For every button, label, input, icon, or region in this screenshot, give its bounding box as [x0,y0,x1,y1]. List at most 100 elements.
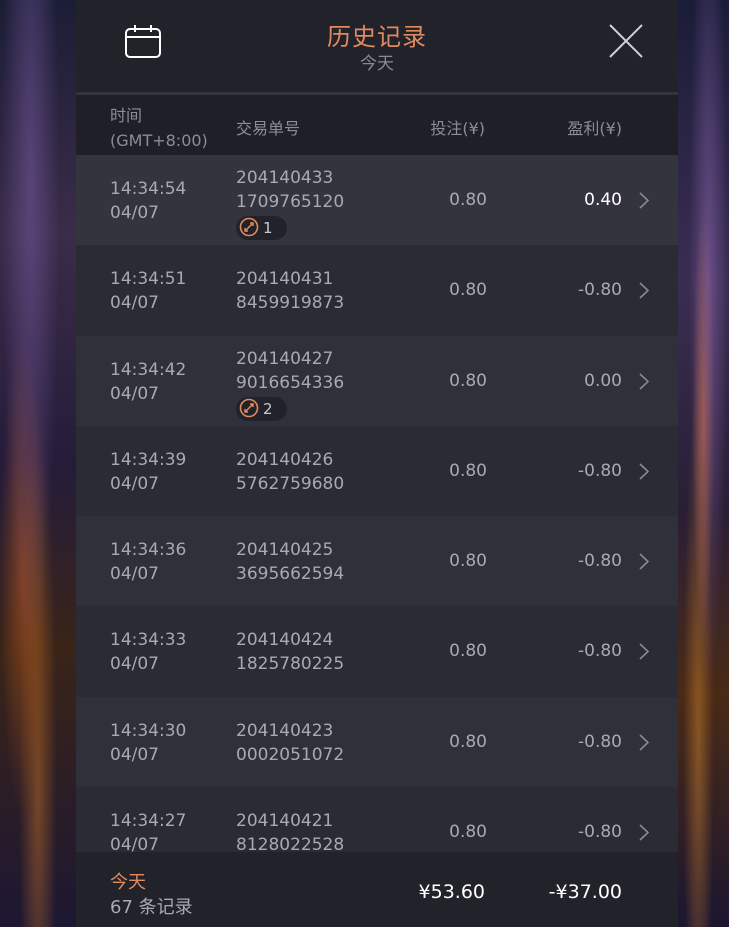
column-header-time-label: 时间 [110,106,143,125]
order-id-part1: 204140424 [236,630,334,651]
chevron-right-icon [639,734,649,751]
free-spin-badge: 2 [236,396,287,421]
order-id-part2: 5762759680 [236,473,345,494]
record-count: 67 条记录 [110,897,193,918]
column-header-timezone: (GMT+8:00) [110,131,208,150]
row-time: 14:34:54 [110,179,187,199]
chevron-right-icon [639,824,649,841]
row-datetime: 14:34:51 04/07 [110,267,186,315]
row-time: 14:34:30 [110,720,187,741]
row-bet: 0.80 [449,551,487,572]
row-bet: 0.80 [449,190,487,210]
order-id-part2: 0002051072 [236,744,345,765]
row-datetime: 14:34:54 04/07 [110,177,186,225]
badge-count: 2 [263,399,273,418]
chevron-right-icon [639,553,649,570]
row-profit: -0.80 [578,551,622,572]
row-datetime: 14:34:36 04/07 [110,538,186,586]
column-header-time: 时间 (GMT+8:00) [110,103,208,153]
row-order-id: 204140426 5762759680 [236,448,344,496]
chevron-right-icon [639,643,649,661]
row-datetime: 14:34:30 04/07 [110,719,186,767]
row-date: 04/07 [110,473,159,494]
total-profit: -¥37.00 [548,881,622,903]
row-profit: -0.80 [578,731,622,752]
column-header-row: 时间 (GMT+8:00) 交易单号 投注(¥) 盈利(¥) [76,95,678,155]
column-header-profit: 盈利(¥) [567,119,622,138]
history-row[interactable]: 14:34:36 04/07 204140425 3695662594 0.80… [76,516,678,607]
summary-footer: 今天 67 条记录 ¥53.60 -¥37.00 [76,852,678,927]
history-row[interactable]: 14:34:51 04/07 204140431 8459919873 0.80… [76,245,678,336]
row-bet: 0.80 [449,822,487,843]
order-id-part2: 3695662594 [236,564,345,585]
row-profit: -0.80 [578,641,622,662]
order-id-part1: 204140426 [236,449,334,470]
chevron-right-icon [639,282,649,299]
row-order-id: 204140424 1825780225 [236,628,344,676]
order-id-part1: 204140421 [236,811,334,832]
column-header-bet: 投注(¥) [430,119,485,138]
row-time: 14:34:36 [110,540,187,561]
chevron-right-icon [639,373,649,390]
row-datetime: 14:34:42 04/07 [110,358,186,406]
row-datetime: 14:34:33 04/07 [110,628,186,676]
row-bet: 0.80 [449,641,487,662]
history-row[interactable]: 14:34:27 04/07 204140421 8128022528 0.80… [76,787,678,852]
row-order-id: 204140421 8128022528 [236,809,344,852]
row-order-id: 204140427 9016654336 2 [236,347,344,421]
row-order-id: 204140423 0002051072 [236,719,344,767]
row-order-id: 204140425 3695662594 [236,538,344,586]
order-id-part2: 9016654336 [236,372,345,393]
order-id-part1: 204140425 [236,540,334,561]
row-date: 04/07 [110,203,159,223]
row-date: 04/07 [110,564,159,585]
row-order-id: 204140433 1709765120 1 [236,166,344,240]
column-header-order-id: 交易单号 [236,119,301,138]
summary-period-label: 今天 [110,872,146,893]
free-spin-badge: 1 [236,216,287,240]
background-right [678,0,729,927]
history-row[interactable]: 14:34:42 04/07 204140427 9016654336 2 0.… [76,335,678,426]
row-date: 04/07 [110,383,159,404]
history-row[interactable]: 14:34:30 04/07 204140423 0002051072 0.80… [76,696,678,788]
row-bet: 0.80 [449,280,487,301]
history-row[interactable]: 14:34:33 04/07 204140424 1825780225 0.80… [76,606,678,697]
row-bet: 0.80 [449,460,487,481]
panel-header: 历史记录 今天 [76,0,678,95]
date-filter-label: 今天 [360,54,394,74]
order-id-part1: 204140433 [236,168,334,188]
free-spin-icon [239,217,259,237]
row-date: 04/07 [110,835,159,852]
row-date: 04/07 [110,293,159,314]
background-left [0,0,76,927]
order-id-part1: 204140427 [236,348,334,369]
page-title: 历史记录 [327,23,427,51]
row-datetime: 14:34:27 04/07 [110,809,186,852]
row-order-id: 204140431 8459919873 [236,267,344,315]
order-id-part2: 1825780225 [236,654,345,675]
order-id-part2: 8128022528 [236,835,345,852]
history-row[interactable]: 14:34:54 04/07 204140433 1709765120 1 0.… [76,155,678,246]
order-id-part2: 8459919873 [236,293,345,314]
order-id-part2: 1709765120 [236,192,345,212]
row-time: 14:34:42 [110,359,187,380]
row-profit: 0.40 [584,190,622,210]
row-profit: 0.00 [584,370,622,391]
total-bet: ¥53.60 [418,881,485,903]
row-date: 04/07 [110,654,159,675]
row-bet: 0.80 [449,731,487,752]
badge-count: 1 [263,219,273,237]
free-spin-icon [239,398,259,417]
close-icon[interactable] [608,23,644,59]
row-bet: 0.80 [449,370,487,391]
row-time: 14:34:33 [110,630,187,651]
row-profit: -0.80 [578,460,622,481]
history-row[interactable]: 14:34:39 04/07 204140426 5762759680 0.80… [76,425,678,517]
row-time: 14:34:51 [110,269,187,290]
row-datetime: 14:34:39 04/07 [110,448,186,496]
row-time: 14:34:39 [110,449,187,470]
row-profit: -0.80 [578,822,622,843]
row-date: 04/07 [110,744,159,765]
order-id-part1: 204140423 [236,720,334,741]
order-id-part1: 204140431 [236,269,334,290]
